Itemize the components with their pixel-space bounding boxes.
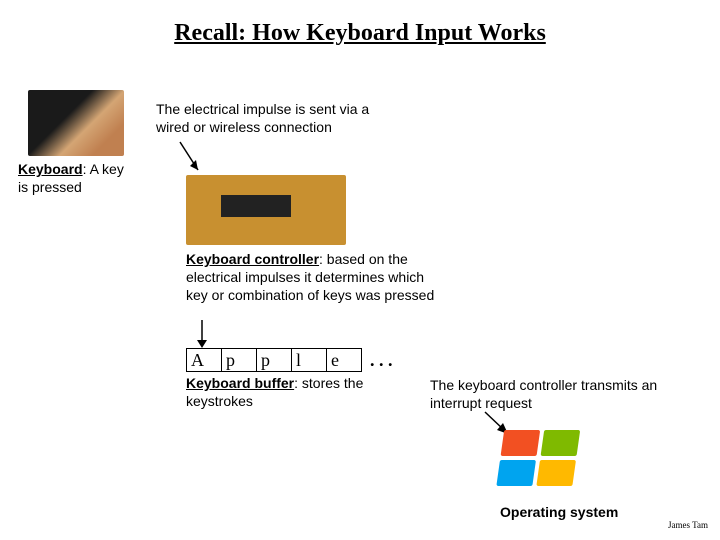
buffer-cell: e xyxy=(326,348,362,372)
impulse-text: The electrical impulse is sent via a wir… xyxy=(156,100,396,136)
slide-title: Recall: How Keyboard Input Works xyxy=(0,20,720,47)
controller-label: Keyboard controller xyxy=(186,251,319,267)
buffer-caption: Keyboard buffer: stores the keystrokes xyxy=(186,374,396,410)
keyboard-label: Keyboard xyxy=(18,161,83,177)
buffer-row: A p p l e . . . xyxy=(186,348,393,372)
buffer-cell: p xyxy=(221,348,257,372)
keyboard-press-image xyxy=(28,90,124,156)
author-credit: James Tam xyxy=(668,520,708,530)
keyboard-caption: Keyboard: A key is pressed xyxy=(18,160,128,196)
controller-caption: Keyboard controller: based on the electr… xyxy=(186,250,436,305)
buffer-cell: A xyxy=(186,348,222,372)
buffer-label: Keyboard buffer xyxy=(186,375,294,391)
buffer-cell: l xyxy=(291,348,327,372)
arrow-down-icon xyxy=(190,318,220,352)
buffer-cell: p xyxy=(256,348,292,372)
arrow-down-icon xyxy=(170,140,210,180)
os-caption: Operating system xyxy=(500,504,618,520)
interrupt-text: The keyboard controller transmits an int… xyxy=(430,376,690,412)
controller-board-image xyxy=(186,175,346,245)
buffer-ellipsis: . . . xyxy=(370,350,393,371)
windows-logo-icon xyxy=(500,430,590,500)
